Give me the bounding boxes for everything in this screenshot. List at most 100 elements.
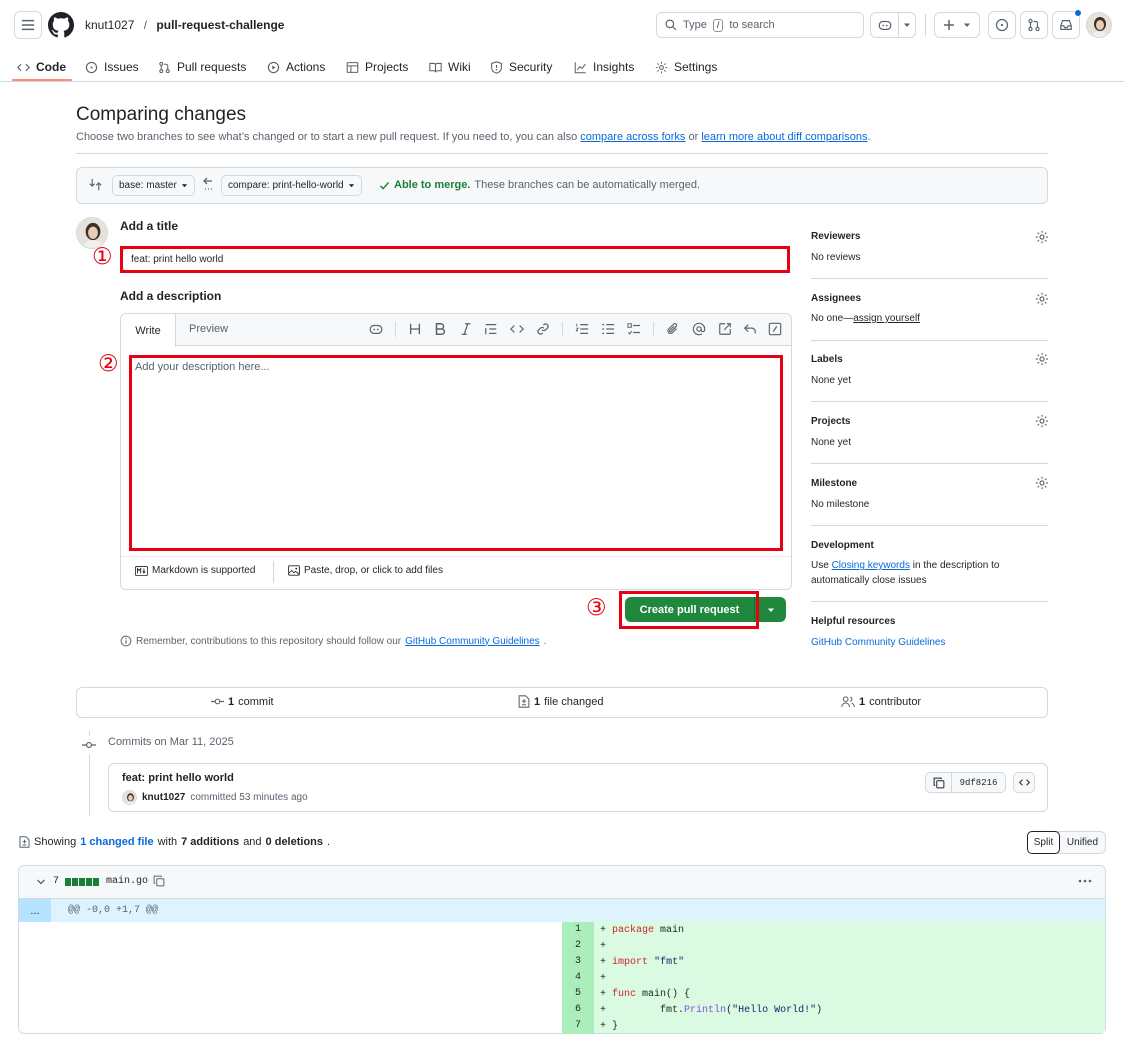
paperclip-icon[interactable] [666, 322, 680, 336]
changed-files-link[interactable]: 1 changed file [80, 836, 153, 848]
line-number[interactable]: 2 [562, 938, 594, 954]
tab-insights[interactable]: Insights [574, 52, 634, 82]
diff-sign: + [600, 956, 607, 968]
compare-forks-link[interactable]: compare across forks [580, 131, 685, 143]
tab-preview[interactable]: Preview [189, 323, 228, 335]
inbox-button[interactable] [1052, 9, 1082, 39]
user-avatar[interactable] [1086, 12, 1112, 38]
hamburger-icon [21, 19, 35, 31]
gear-icon[interactable] [1035, 352, 1049, 366]
line-number[interactable]: 6 [562, 1002, 594, 1018]
pull-requests-shortcut-button[interactable] [1020, 11, 1048, 39]
caret-down-icon [964, 23, 970, 27]
copy-path-button[interactable] [153, 875, 165, 887]
contributors-count[interactable]: 1 contributor [841, 695, 921, 708]
heading-icon[interactable] [408, 322, 422, 336]
assignees-heading[interactable]: Assignees [811, 293, 861, 304]
tab-security[interactable]: Security [490, 52, 552, 82]
cross-reference-icon[interactable] [718, 322, 732, 336]
slash-command-icon[interactable] [768, 322, 782, 336]
code-function: Println [684, 1004, 727, 1016]
line-code: + import "fmt" [594, 957, 684, 968]
issues-shortcut-button[interactable] [988, 11, 1016, 39]
commit-message-link[interactable]: feat: print hello world [122, 772, 234, 784]
toolbar-divider [562, 322, 563, 337]
tab-projects[interactable]: Projects [346, 52, 408, 82]
copilot-dropdown[interactable] [899, 13, 915, 37]
commits-count[interactable]: 1 commit [211, 695, 274, 708]
line-number[interactable]: 3 [562, 954, 594, 970]
commit-author-link[interactable]: knut1027 [142, 792, 185, 803]
projects-heading[interactable]: Projects [811, 416, 850, 427]
quote-icon[interactable] [484, 322, 498, 336]
expand-hunk-button[interactable]: ... [19, 899, 51, 922]
tab-write[interactable]: Write [121, 314, 176, 347]
assignees-value: No one—assign yourself [811, 313, 920, 324]
reviewers-heading[interactable]: Reviewers [811, 231, 860, 242]
base-branch-select[interactable]: base: master [112, 175, 195, 196]
additions-count: 7 additions [181, 836, 240, 848]
milestone-heading[interactable]: Milestone [811, 478, 857, 489]
path-separator: / [143, 18, 148, 32]
line-number[interactable]: 4 [562, 970, 594, 986]
assign-yourself-link[interactable]: assign yourself [853, 313, 920, 324]
file-options-button[interactable] [1077, 873, 1093, 889]
copilot-icon[interactable] [369, 322, 383, 336]
gear-icon[interactable] [1035, 414, 1049, 428]
commits-date-heading: Commits on Mar 11, 2025 [108, 736, 234, 748]
reply-icon[interactable] [743, 322, 757, 336]
unified-view-button[interactable]: Unified [1060, 832, 1105, 853]
tab-pull-requests[interactable]: Pull requests [158, 52, 246, 82]
sidebar-divider [811, 463, 1048, 464]
line-number[interactable]: 1 [562, 922, 594, 938]
annotation-marker-2: ② [98, 351, 119, 377]
community-guidelines-link[interactable]: GitHub Community Guidelines [405, 636, 540, 647]
link-icon[interactable] [536, 322, 550, 336]
browse-files-button[interactable] [1013, 772, 1035, 793]
owner-link[interactable]: knut1027 [85, 18, 134, 32]
ordered-list-icon[interactable] [575, 322, 589, 336]
collapse-file-button[interactable] [36, 877, 46, 887]
tab-issues[interactable]: Issues [85, 52, 139, 82]
closing-keywords-link[interactable]: Closing keywords [832, 560, 910, 571]
tab-code[interactable]: Code [17, 52, 66, 82]
tab-wiki[interactable]: Wiki [429, 52, 471, 82]
copilot-button-group[interactable] [870, 12, 916, 38]
copilot-button[interactable] [871, 13, 899, 37]
base-branch-label: base: master [119, 180, 177, 191]
code-icon[interactable] [510, 322, 524, 336]
compare-branch-select[interactable]: compare: print-hello-world [221, 175, 362, 196]
learn-diff-link[interactable]: learn more about diff comparisons [701, 131, 867, 143]
commit-icon [211, 698, 224, 705]
menu-button[interactable] [14, 11, 42, 39]
sidebar-guidelines-link[interactable]: GitHub Community Guidelines [811, 637, 946, 648]
search-input[interactable]: Type / to search [656, 12, 864, 38]
tab-settings[interactable]: Settings [655, 52, 717, 82]
mention-icon[interactable] [692, 322, 706, 336]
copy-sha-button[interactable] [926, 773, 952, 792]
files-changed-count[interactable]: 1 file changed [518, 695, 603, 708]
markdown-note[interactable]: Markdown is supported [135, 565, 255, 576]
create-new-button[interactable] [934, 12, 980, 38]
attach-files-button[interactable]: Paste, drop, or click to add files [288, 565, 443, 576]
split-view-button[interactable]: Split [1027, 831, 1060, 854]
unordered-list-icon[interactable] [601, 322, 615, 336]
commit-timeline-icon [82, 736, 96, 754]
line-number[interactable]: 7 [562, 1018, 594, 1034]
gear-icon[interactable] [1035, 476, 1049, 490]
commit-sha-link[interactable]: 9df8216 [952, 773, 1005, 792]
bold-icon[interactable] [433, 322, 447, 336]
labels-heading[interactable]: Labels [811, 354, 843, 365]
header-divider [925, 14, 926, 36]
task-list-icon[interactable] [627, 322, 641, 336]
gear-icon[interactable] [1035, 230, 1049, 244]
create-pr-dropdown[interactable] [755, 597, 786, 622]
file-name-link[interactable]: main.go [106, 876, 148, 887]
gear-icon[interactable] [1035, 292, 1049, 306]
line-number[interactable]: 5 [562, 986, 594, 1002]
tab-actions[interactable]: Actions [267, 52, 325, 82]
italic-icon[interactable] [459, 322, 473, 336]
github-logo[interactable] [48, 12, 74, 38]
github-logo-icon [48, 12, 74, 38]
repo-link[interactable]: pull-request-challenge [156, 18, 284, 32]
